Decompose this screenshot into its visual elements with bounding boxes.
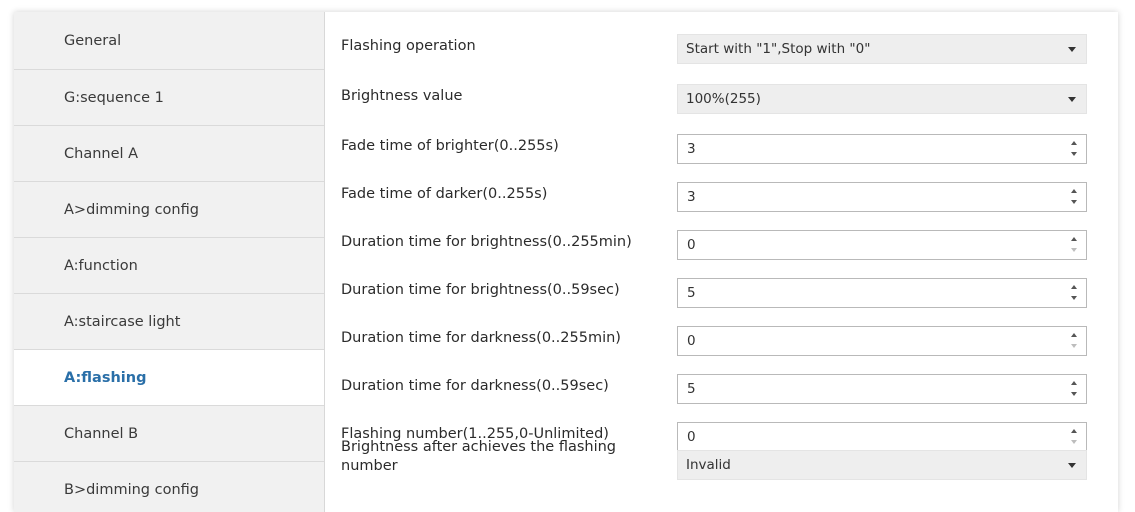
sidebar-item-label: A:function xyxy=(64,258,138,274)
spin-down-icon[interactable] xyxy=(1068,245,1080,256)
param-row-brightness-after-flashing: Brightness after achieves the flashing n… xyxy=(325,430,1118,494)
sidebar-item-label: A:staircase light xyxy=(64,314,181,330)
param-label: Brightness after achieves the flashing n… xyxy=(341,439,617,474)
sidebar-item-label: Channel A xyxy=(64,146,139,162)
duration-darkness-sec-input[interactable] xyxy=(678,375,1057,403)
sidebar-item-label: G:sequence 1 xyxy=(64,90,164,106)
spin-buttons xyxy=(1068,138,1080,160)
spin-buttons xyxy=(1068,234,1080,256)
dropdown-value: 100%(255) xyxy=(686,91,761,107)
spin-down-icon[interactable] xyxy=(1068,341,1080,352)
spin-down-icon[interactable] xyxy=(1068,197,1080,208)
sidebar-item-b-dimming-config[interactable]: B>dimming config xyxy=(14,462,324,512)
chevron-down-icon xyxy=(1068,47,1076,52)
spin-buttons xyxy=(1068,330,1080,352)
spin-buttons xyxy=(1068,378,1080,400)
sidebar-item-a-flashing[interactable]: A:flashing xyxy=(14,350,325,406)
duration-brightness-sec-input[interactable] xyxy=(678,279,1057,307)
chevron-down-icon xyxy=(1068,97,1076,102)
brightness-value-dropdown[interactable]: 100%(255) xyxy=(677,84,1087,114)
fade-time-darker-input[interactable] xyxy=(678,183,1057,211)
sidebar-item-g-sequence-1[interactable]: G:sequence 1 xyxy=(14,70,324,126)
duration-brightness-min-input[interactable] xyxy=(678,231,1057,259)
spin-up-icon[interactable] xyxy=(1068,378,1080,389)
duration-darkness-min-input[interactable] xyxy=(678,327,1057,355)
sidebar-item-label: A:flashing xyxy=(64,370,147,386)
fade-time-darker-spinbox xyxy=(677,182,1087,212)
spin-down-icon[interactable] xyxy=(1068,389,1080,400)
dropdown-value: Start with "1",Stop with "0" xyxy=(686,41,871,57)
spin-buttons xyxy=(1068,186,1080,208)
spin-up-icon[interactable] xyxy=(1068,186,1080,197)
param-row-flashing-operation: Flashing operation Start with "1",Stop w… xyxy=(325,18,1118,74)
parameter-window: General G:sequence 1 Channel A A>dimming… xyxy=(14,12,1118,512)
param-label: Flashing operation xyxy=(341,37,476,54)
param-label: Brightness value xyxy=(341,87,463,104)
duration-brightness-sec-spinbox xyxy=(677,278,1087,308)
spin-up-icon[interactable] xyxy=(1068,282,1080,293)
dropdown-value: Invalid xyxy=(686,457,731,473)
chevron-down-icon xyxy=(1068,463,1076,468)
brightness-after-flashing-dropdown[interactable]: Invalid xyxy=(677,450,1087,480)
sidebar-item-a-staircase-light[interactable]: A:staircase light xyxy=(14,294,324,350)
duration-brightness-min-spinbox xyxy=(677,230,1087,260)
sidebar-item-a-dimming-config[interactable]: A>dimming config xyxy=(14,182,324,238)
spin-buttons xyxy=(1068,282,1080,304)
fade-time-brighter-input[interactable] xyxy=(678,135,1057,163)
sidebar-item-label: B>dimming config xyxy=(64,482,199,498)
spin-up-icon[interactable] xyxy=(1068,234,1080,245)
sidebar-item-channel-b[interactable]: Channel B xyxy=(14,406,324,462)
duration-darkness-sec-spinbox xyxy=(677,374,1087,404)
parameter-panel: Flashing operation Start with "1",Stop w… xyxy=(325,12,1118,512)
spin-up-icon[interactable] xyxy=(1068,330,1080,341)
spin-down-icon[interactable] xyxy=(1068,149,1080,160)
flashing-operation-dropdown[interactable]: Start with "1",Stop with "0" xyxy=(677,34,1087,64)
spin-up-icon[interactable] xyxy=(1068,138,1080,149)
sidebar-item-a-function[interactable]: A:function xyxy=(14,238,324,294)
sidebar-item-general[interactable]: General xyxy=(14,12,324,70)
sidebar: General G:sequence 1 Channel A A>dimming… xyxy=(14,12,325,512)
param-row-brightness-value: Brightness value 100%(255) xyxy=(325,68,1118,124)
sidebar-item-label: Channel B xyxy=(64,426,139,442)
spin-down-icon[interactable] xyxy=(1068,293,1080,304)
sidebar-item-label: General xyxy=(64,33,122,49)
fade-time-brighter-spinbox xyxy=(677,134,1087,164)
sidebar-item-label: A>dimming config xyxy=(64,202,199,218)
sidebar-item-channel-a[interactable]: Channel A xyxy=(14,126,324,182)
duration-darkness-min-spinbox xyxy=(677,326,1087,356)
